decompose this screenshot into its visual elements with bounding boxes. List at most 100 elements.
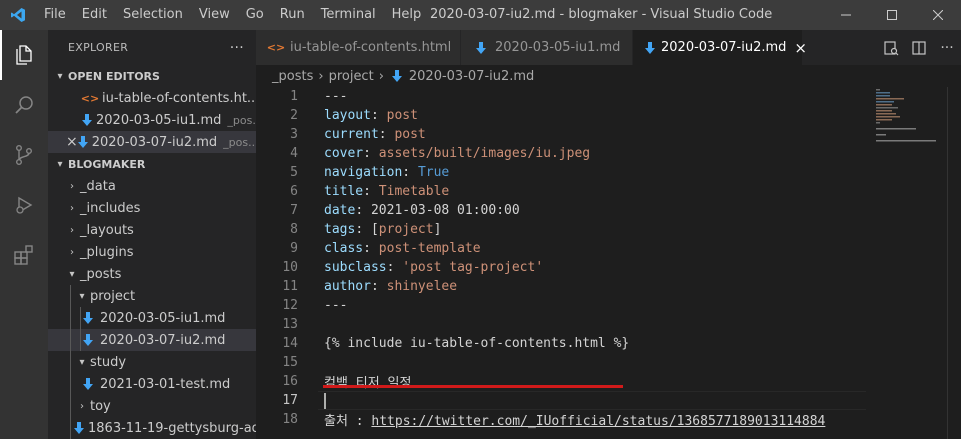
chevron-right-icon: › — [378, 68, 384, 84]
open-editor-label: iu-table-of-contents.ht... — [102, 90, 256, 106]
yaml-value: post-template — [378, 241, 481, 256]
menu-edit[interactable]: Edit — [74, 0, 115, 30]
menu-terminal[interactable]: Terminal — [313, 0, 384, 30]
maximize-icon — [887, 10, 897, 20]
tab-label: 2020-03-05-iu1.md — [495, 40, 621, 55]
folder-label: study — [90, 354, 127, 370]
breadcrumb-item[interactable]: _posts — [272, 69, 313, 84]
line-number: 10 — [282, 260, 298, 275]
menu-selection[interactable]: Selection — [115, 0, 191, 30]
open-editor-path: _pos... — [227, 113, 256, 127]
split-editor-button[interactable] — [905, 30, 933, 65]
menu-go[interactable]: Go — [238, 0, 272, 30]
close-tab-icon[interactable]: × — [794, 39, 807, 57]
yaml-value: post — [386, 108, 418, 123]
tab-iu-table-of-contents[interactable]: <> iu-table-of-contents.html — [256, 30, 461, 65]
line-number: 11 — [282, 279, 298, 294]
open-editor-item[interactable]: <> iu-table-of-contents.ht... — [48, 87, 256, 109]
code-line: 11 author: shinyelee — [256, 277, 866, 296]
code-line: 15 — [256, 353, 866, 372]
indent-guide — [70, 395, 71, 417]
close-editor-icon[interactable]: × — [66, 134, 78, 150]
yaml-key: date — [324, 203, 356, 218]
file-item-active[interactable]: 2020-03-07-iu2.md — [48, 329, 256, 351]
folder-label: _includes — [80, 200, 141, 216]
code-line-current: 17 — [256, 391, 866, 410]
source-control-activity-button[interactable] — [0, 130, 48, 180]
split-editor-icon — [912, 40, 926, 55]
yaml-key: tags — [324, 222, 356, 237]
explorer-activity-button[interactable] — [0, 30, 48, 80]
folder-study[interactable]: ▾ study — [48, 351, 256, 373]
folder-plugins[interactable]: › _plugins — [48, 241, 256, 263]
menu-help[interactable]: Help — [384, 0, 430, 30]
tab-label: iu-table-of-contents.html — [290, 40, 452, 55]
folder-data[interactable]: › _data — [48, 175, 256, 197]
bracket: [ — [370, 222, 379, 237]
code-line: 6 title: Timetable — [256, 182, 866, 201]
open-editor-item-active[interactable]: × 2020-03-07-iu2.md _pos... — [48, 131, 256, 153]
folder-toy[interactable]: › toy — [48, 395, 256, 417]
extensions-activity-button[interactable] — [0, 230, 48, 280]
code-line: 2 layout: post — [256, 106, 866, 125]
files-icon — [16, 45, 32, 65]
open-editors-section-header[interactable]: ▾ OPEN EDITORS — [48, 65, 256, 87]
open-editors-title: OPEN EDITORS — [68, 69, 160, 83]
vertical-scrollbar[interactable] — [947, 87, 961, 439]
line-number: 2 — [290, 108, 298, 123]
breadcrumb-item[interactable]: project — [329, 69, 374, 84]
folder-label: _posts — [80, 266, 122, 282]
code-line: 4 cover: assets/built/images/iu.jpeg — [256, 144, 866, 163]
line-number: 4 — [290, 146, 298, 161]
open-editor-item[interactable]: 2020-03-05-iu1.md _pos... — [48, 109, 256, 131]
yaml-value: 'post tag-project' — [402, 260, 544, 275]
more-editor-actions-button[interactable]: ··· — [933, 30, 961, 65]
yaml-key: subclass — [324, 260, 387, 275]
folder-project[interactable]: ▾ project — [48, 285, 256, 307]
code-line: 10 subclass: 'post tag-project' — [256, 258, 866, 277]
line-number: 13 — [282, 317, 298, 332]
file-item[interactable]: 2021-03-01-test.md — [48, 373, 256, 395]
chevron-down-icon: ▾ — [79, 290, 85, 302]
breadcrumb-item[interactable]: 2020-03-07-iu2.md — [409, 69, 534, 84]
yaml-value: shinyelee — [386, 279, 458, 294]
open-preview-button[interactable] — [877, 30, 905, 65]
folder-label: toy — [90, 398, 111, 414]
maximize-button[interactable] — [869, 0, 915, 30]
line-number: 1 — [290, 89, 298, 104]
blogmaker-section-header[interactable]: ▾ BLOGMAKER — [48, 153, 256, 175]
menu-file[interactable]: File — [36, 0, 74, 30]
ellipsis-icon: ··· — [940, 39, 954, 56]
indent-guide — [70, 329, 71, 351]
url-link[interactable]: https://twitter.com/_IUofficial/status/1… — [371, 414, 825, 429]
menu-view[interactable]: View — [191, 0, 238, 30]
minimize-button[interactable] — [823, 0, 869, 30]
debug-icon — [16, 196, 33, 214]
tab-iu1[interactable]: 2020-03-05-iu1.md — [461, 30, 633, 65]
file-item[interactable]: 2020-03-05-iu1.md — [48, 307, 256, 329]
folder-posts[interactable]: ▾ _posts — [48, 263, 256, 285]
markdown-icon — [80, 378, 96, 390]
more-actions-icon[interactable]: ··· — [230, 40, 244, 56]
window-controls — [823, 0, 961, 30]
indent-guide — [70, 373, 71, 395]
search-activity-button[interactable] — [0, 80, 48, 130]
menu-run[interactable]: Run — [272, 0, 313, 30]
file-label: 2020-03-07-iu2.md — [100, 332, 226, 348]
yaml-value: True — [417, 165, 450, 180]
preview-icon — [884, 40, 899, 55]
minimap[interactable] — [876, 87, 946, 147]
file-item[interactable]: 1863-11-19-gettysburg-ad... — [48, 417, 256, 439]
chevron-down-icon: ▾ — [57, 70, 63, 82]
folder-layouts[interactable]: › _layouts — [48, 219, 256, 241]
tab-iu2[interactable]: 2020-03-07-iu2.md × — [633, 30, 807, 65]
code-line: 13 — [256, 315, 866, 334]
editor-tabs: <> iu-table-of-contents.html 2020-03-05-… — [256, 30, 961, 65]
close-window-button[interactable] — [915, 0, 961, 30]
chevron-down-icon: ▾ — [69, 268, 75, 280]
markdown-icon — [82, 114, 92, 126]
run-debug-activity-button[interactable] — [0, 180, 48, 230]
line-content: --- — [324, 298, 348, 313]
folder-includes[interactable]: › _includes — [48, 197, 256, 219]
search-icon — [15, 96, 33, 114]
